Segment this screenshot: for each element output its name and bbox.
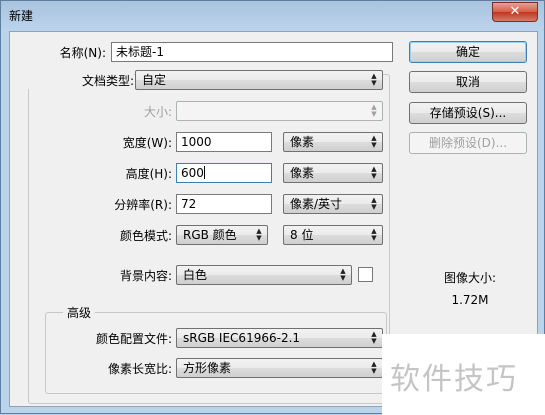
width-unit-select[interactable]: 像素 ▲ ▼ [283,132,383,152]
height-value: 600 [181,166,204,180]
title-bar[interactable]: 新建 ✕ [1,1,544,29]
color-profile-label: 颜色配置文件: [95,332,172,346]
updown-arrow-icon: ▲ ▼ [371,134,377,149]
new-document-dialog: 新建 ✕ 名称(N): 未标题-1 文档类型: 自定 ▲ ▼ 大小: ▲ ▼ 宽度(… [0,0,545,415]
color-mode-value: RGB 颜色 [183,228,237,242]
updown-arrow-icon: ▲ ▼ [371,196,377,211]
window-title: 新建 [9,9,34,23]
width-input[interactable]: 1000 [176,132,272,152]
save-preset-button[interactable]: 存储预设(S)... [409,102,527,124]
color-mode-select[interactable]: RGB 颜色 ▲ ▼ [176,225,268,245]
resolution-unit-select[interactable]: 像素/英寸 ▲ ▼ [283,194,383,214]
height-input[interactable]: 600 [176,163,272,183]
resolution-label: 分辨率(R): [114,198,172,212]
updown-arrow-icon: ▲ ▼ [340,267,346,282]
cancel-button[interactable]: 取消 [409,71,527,93]
ok-button[interactable]: 确定 [409,41,527,63]
updown-arrow-icon: ▲ ▼ [371,72,377,87]
bit-depth-select[interactable]: 8 位 ▲ ▼ [283,225,383,245]
width-unit-value: 像素 [290,135,315,149]
color-mode-label: 颜色模式: [119,229,172,243]
pixel-aspect-select[interactable]: 方形像素 ▲ ▼ [176,358,383,378]
pixel-aspect-label: 像素长宽比: [107,362,172,376]
close-icon[interactable]: ✕ [492,2,538,22]
updown-arrow-icon: ▲ ▼ [371,330,377,345]
updown-arrow-icon: ▲ ▼ [371,103,377,118]
text-caret [203,166,205,179]
preset-value: 自定 [142,73,167,87]
delete-preset-button[interactable]: 删除预设(D)... [409,132,527,154]
name-input[interactable]: 未标题-1 [111,42,393,62]
name-label: 名称(N): [59,46,106,60]
width-label: 宽度(W): [122,136,172,150]
advanced-group-title: 高级 [63,304,96,321]
updown-arrow-icon: ▲ ▼ [371,165,377,180]
watermark: 软件技巧 [382,334,545,415]
resolution-unit-value: 像素/英寸 [290,197,343,211]
pixel-aspect-value: 方形像素 [183,361,232,375]
color-profile-select[interactable]: sRGB IEC61966-2.1 ▲ ▼ [176,328,383,348]
image-size-label: 图像大小: [443,271,497,285]
height-label: 高度(H): [125,167,172,181]
height-unit-value: 像素 [290,166,315,180]
bit-depth-value: 8 位 [290,228,314,242]
background-color-swatch[interactable] [358,267,373,282]
watermark-text: 软件技巧 [390,362,518,397]
size-select[interactable]: ▲ ▼ [176,101,383,121]
preset-label: 文档类型: [10,72,134,89]
height-unit-select[interactable]: 像素 ▲ ▼ [283,163,383,183]
updown-arrow-icon: ▲ ▼ [371,360,377,375]
size-label: 大小: [143,105,172,119]
background-label: 背景内容: [119,269,172,283]
preset-select[interactable]: 自定 ▲ ▼ [135,70,383,90]
color-profile-value: sRGB IEC61966-2.1 [183,331,301,345]
background-value: 白色 [183,268,208,282]
updown-arrow-icon: ▲ ▼ [256,227,262,242]
updown-arrow-icon: ▲ ▼ [371,227,377,242]
resolution-input[interactable]: 72 [176,194,272,214]
background-select[interactable]: 白色 ▲ ▼ [176,265,352,285]
advanced-group [45,312,387,394]
image-size-value: 1.72M [451,293,489,307]
